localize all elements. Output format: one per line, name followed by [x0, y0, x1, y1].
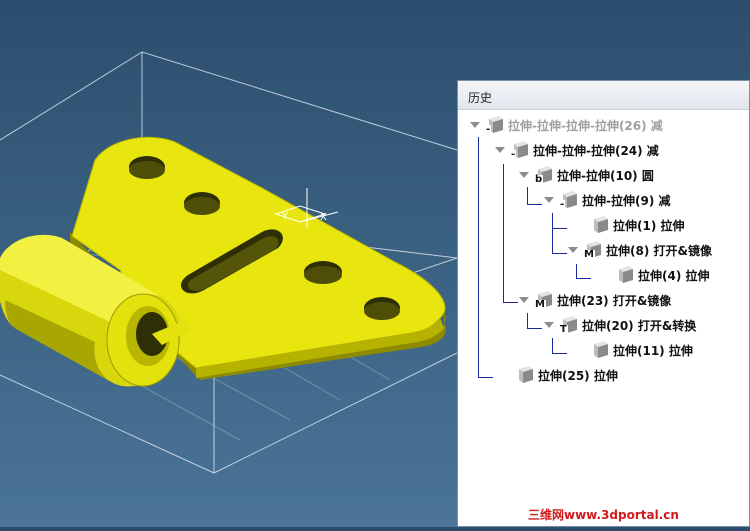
- history-panel: 历史 - 拉伸-拉伸-拉伸-拉伸(26) 减 - 拉伸-拉伸-拉伸(24) 减 …: [457, 80, 750, 527]
- history-panel-title: 历史: [458, 81, 749, 110]
- tree-node-label: 拉伸(20) 打开&转换: [582, 318, 697, 333]
- tree-connector: [552, 338, 553, 353]
- tree-connector: [576, 278, 591, 279]
- y-axis-label: Y: [281, 211, 289, 222]
- extrude-feature-icon: [514, 365, 534, 385]
- tree-connector: [552, 228, 567, 229]
- tree-connector: [478, 377, 493, 378]
- tree-connector: [503, 302, 518, 303]
- tree-connector: [527, 187, 528, 205]
- extrude-feature-icon: [589, 340, 609, 360]
- tree-node-24[interactable]: - 拉伸-拉伸-拉伸(24) 减: [495, 140, 659, 160]
- tree-node-label: 拉伸-拉伸(10) 圆: [557, 168, 654, 183]
- tree-node-4[interactable]: 拉伸(4) 拉伸: [614, 265, 710, 285]
- mirror-feature-icon: M: [533, 290, 553, 310]
- tree-node-26[interactable]: - 拉伸-拉伸-拉伸-拉伸(26) 减: [470, 115, 663, 135]
- tree-node-label: 拉伸(8) 打开&镜像: [606, 243, 712, 258]
- transform-feature-icon: T: [558, 315, 578, 335]
- round-feature-icon: b: [533, 165, 553, 185]
- collapse-toggle-icon[interactable]: [470, 122, 480, 128]
- hinge-part[interactable]: [0, 136, 446, 387]
- tree-node-23[interactable]: M 拉伸(23) 打开&镜像: [519, 290, 671, 310]
- tree-connector: [552, 353, 567, 354]
- tree-node-label: 拉伸(1) 拉伸: [613, 218, 685, 233]
- tree-node-9[interactable]: - 拉伸-拉伸(9) 减: [544, 190, 670, 210]
- tree-node-label: 拉伸(25) 拉伸: [538, 368, 618, 383]
- tree-node-8[interactable]: M 拉伸(8) 打开&镜像: [568, 240, 712, 260]
- collapse-toggle-icon[interactable]: [519, 172, 529, 178]
- tree-node-10[interactable]: b 拉伸-拉伸(10) 圆: [519, 165, 654, 185]
- tree-node-1[interactable]: 拉伸(1) 拉伸: [589, 215, 685, 235]
- tree-node-label: 拉伸(11) 拉伸: [613, 343, 693, 358]
- x-axis-label: X: [320, 212, 327, 223]
- collapse-toggle-icon[interactable]: [519, 297, 529, 303]
- tree-node-label: 拉伸-拉伸-拉伸-拉伸(26) 减: [508, 118, 663, 133]
- tree-node-label: 拉伸-拉伸-拉伸(24) 减: [533, 143, 659, 158]
- subtract-feature-icon: -: [484, 115, 504, 135]
- tree-connector: [552, 253, 567, 254]
- tree-node-label: 拉伸(4) 拉伸: [638, 268, 710, 283]
- tree-node-20[interactable]: T 拉伸(20) 打开&转换: [544, 315, 696, 335]
- subtract-feature-icon: -: [509, 140, 529, 160]
- extrude-feature-icon: [614, 265, 634, 285]
- subtract-feature-icon: -: [558, 190, 578, 210]
- tree-node-11[interactable]: 拉伸(11) 拉伸: [589, 340, 693, 360]
- tree-connector: [503, 164, 504, 303]
- collapse-toggle-icon[interactable]: [544, 322, 554, 328]
- tree-node-label: 拉伸-拉伸(9) 减: [582, 193, 671, 208]
- tree-connector: [552, 213, 553, 253]
- tree-connector: [527, 328, 542, 329]
- tree-connector: [576, 264, 577, 278]
- extrude-feature-icon: [589, 215, 609, 235]
- history-tree[interactable]: - 拉伸-拉伸-拉伸-拉伸(26) 减 - 拉伸-拉伸-拉伸(24) 减 b 拉…: [458, 109, 749, 526]
- tree-connector: [527, 204, 542, 205]
- watermark: 三维网www.3dportal.cn: [528, 508, 679, 522]
- collapse-toggle-icon[interactable]: [544, 197, 554, 203]
- collapse-toggle-icon[interactable]: [495, 147, 505, 153]
- mirror-feature-icon: M: [582, 240, 602, 260]
- tree-connector: [527, 313, 528, 328]
- tree-node-label: 拉伸(23) 打开&镜像: [557, 293, 672, 308]
- tree-connector: [478, 137, 479, 378]
- tree-node-25[interactable]: 拉伸(25) 拉伸: [514, 365, 618, 385]
- collapse-toggle-icon[interactable]: [568, 247, 578, 253]
